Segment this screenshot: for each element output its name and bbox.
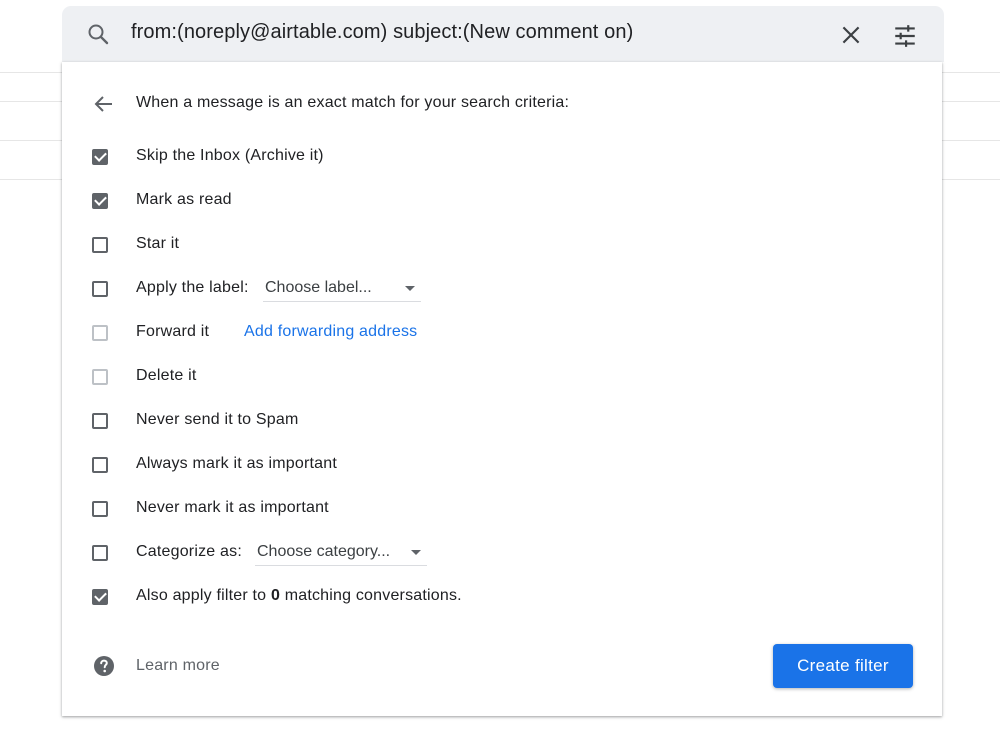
option-label: Also apply filter to 0 matching conversa… xyxy=(136,587,462,605)
matching-count: 0 xyxy=(270,587,281,604)
filter-options-panel: When a message is an exact match for you… xyxy=(62,62,942,716)
help-icon[interactable] xyxy=(92,654,116,678)
star-it-checkbox[interactable] xyxy=(92,237,108,253)
close-icon[interactable] xyxy=(838,22,864,48)
option-label: Never mark it as important xyxy=(136,499,329,516)
apply-existing-suffix: matching conversations. xyxy=(280,587,462,604)
search-bar[interactable]: from:(noreply@airtable.com) subject:(New… xyxy=(62,6,944,62)
categorize-checkbox[interactable] xyxy=(92,545,108,561)
skip-inbox-checkbox[interactable] xyxy=(92,149,108,165)
always-important-checkbox[interactable] xyxy=(92,457,108,473)
forward-it-checkbox[interactable] xyxy=(92,325,108,341)
apply-existing-prefix: Also apply filter to xyxy=(136,587,271,604)
option-label: Categorize as: xyxy=(136,543,242,560)
option-forward-it[interactable]: Forward it Add forwarding address xyxy=(92,321,417,345)
option-star-it[interactable]: Star it xyxy=(92,233,179,257)
category-select-value: Choose category... xyxy=(257,543,391,560)
never-important-checkbox[interactable] xyxy=(92,501,108,517)
label-select[interactable]: Choose label... xyxy=(263,277,421,302)
add-forwarding-address-link[interactable]: Add forwarding address xyxy=(244,323,417,341)
tune-icon[interactable] xyxy=(892,23,918,49)
option-never-important[interactable]: Never mark it as important xyxy=(92,497,329,521)
delete-it-checkbox[interactable] xyxy=(92,369,108,385)
option-label: Always mark it as important xyxy=(136,455,338,472)
option-apply-to-existing[interactable]: Also apply filter to 0 matching conversa… xyxy=(92,585,462,609)
option-never-spam[interactable]: Never send it to Spam xyxy=(92,409,298,433)
search-input[interactable]: from:(noreply@airtable.com) subject:(New… xyxy=(131,21,633,44)
apply-label-checkbox[interactable] xyxy=(92,281,108,297)
panel-heading: When a message is an exact match for you… xyxy=(136,94,570,111)
label-select-value: Choose label... xyxy=(265,279,372,296)
mark-as-read-checkbox[interactable] xyxy=(92,193,108,209)
dropdown-caret-icon xyxy=(411,550,421,555)
option-label: Delete it xyxy=(136,367,197,384)
category-select[interactable]: Choose category... xyxy=(255,541,427,566)
option-apply-label[interactable]: Apply the label: Choose label... xyxy=(92,277,421,302)
option-label: Never send it to Spam xyxy=(136,411,299,428)
dropdown-caret-icon xyxy=(405,286,415,291)
back-arrow-icon[interactable] xyxy=(92,92,116,116)
learn-more-link[interactable]: Learn more xyxy=(136,657,220,675)
option-categorize[interactable]: Categorize as: Choose category... xyxy=(92,541,427,566)
option-label: Forward it xyxy=(136,323,210,340)
option-always-important[interactable]: Always mark it as important xyxy=(92,453,337,477)
search-icon[interactable] xyxy=(86,22,110,46)
option-label: Apply the label: xyxy=(136,279,249,296)
create-filter-button[interactable]: Create filter xyxy=(773,644,913,688)
apply-to-existing-checkbox[interactable] xyxy=(92,589,108,605)
option-mark-as-read[interactable]: Mark as read xyxy=(92,189,232,213)
option-skip-inbox[interactable]: Skip the Inbox (Archive it) xyxy=(92,145,324,169)
never-spam-checkbox[interactable] xyxy=(92,413,108,429)
option-label: Mark as read xyxy=(136,191,232,208)
option-delete-it[interactable]: Delete it xyxy=(92,365,196,389)
option-label: Skip the Inbox (Archive it) xyxy=(136,147,324,164)
option-label: Star it xyxy=(136,235,180,252)
